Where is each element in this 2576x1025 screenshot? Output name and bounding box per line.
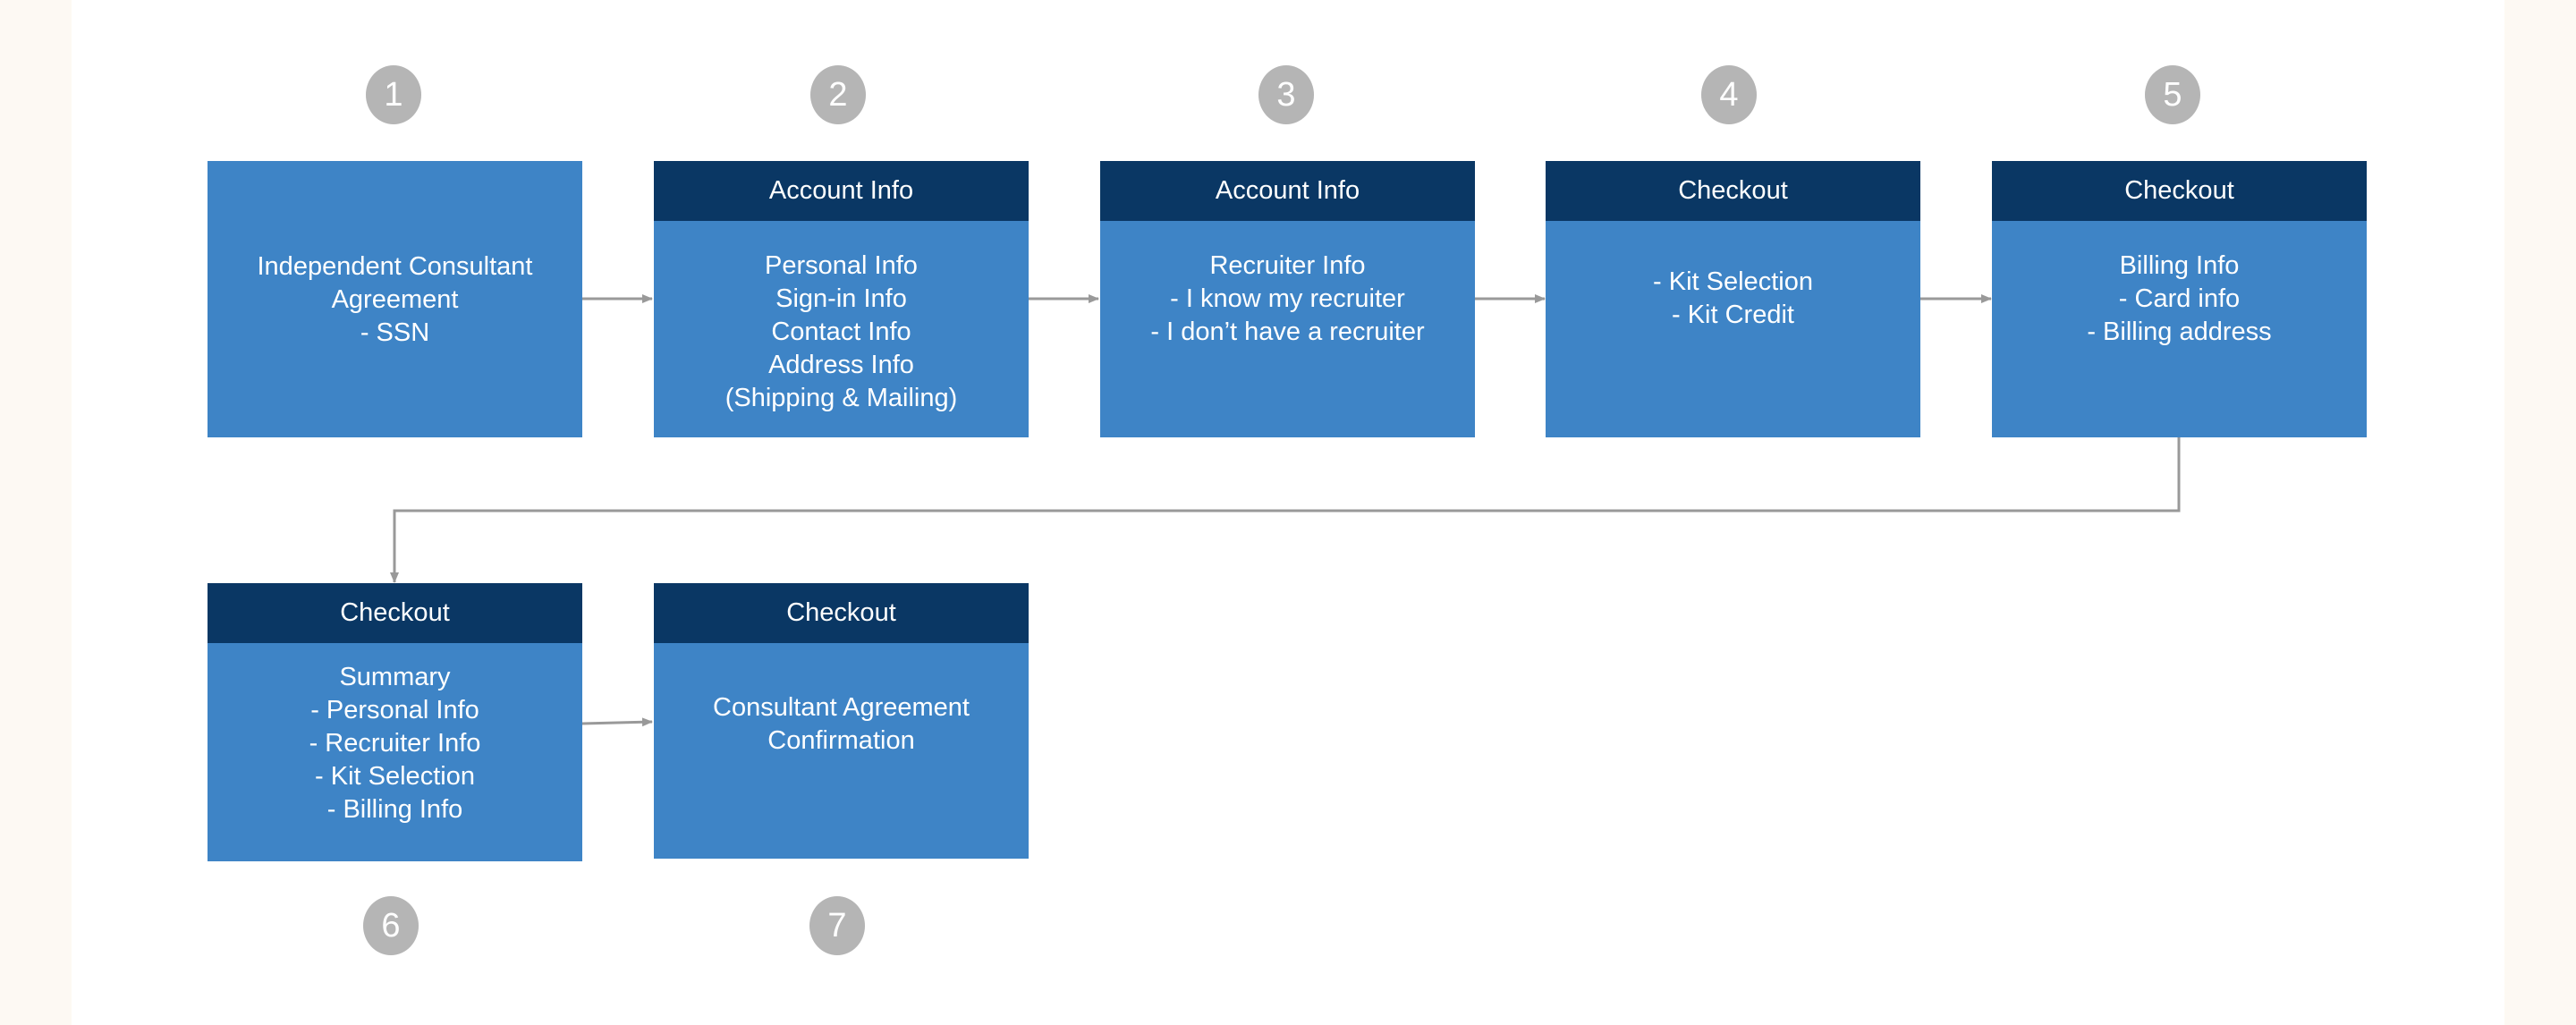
step-badge-3: 3 xyxy=(1258,65,1314,124)
step-box-4: Checkout - Kit Selection - Kit Credit xyxy=(1546,161,1920,437)
step-body: Consultant Agreement Confirmation xyxy=(713,693,970,755)
step-body: Personal Info Sign-in Info Contact Info … xyxy=(724,251,958,412)
step-body: Billing Info - Card info - Billing addre… xyxy=(2087,251,2272,346)
step-header: Checkout xyxy=(654,583,1029,643)
step-header: Checkout xyxy=(208,583,582,643)
step-body: Summary - Personal Info - Recruiter Info… xyxy=(309,663,481,824)
step-badge-7: 7 xyxy=(809,896,865,955)
step-header: Account Info xyxy=(1100,161,1475,221)
step-badge-2: 2 xyxy=(810,65,866,124)
step-header: Checkout xyxy=(1992,161,2367,221)
step-body: Independent Consultant Agreement - SSN xyxy=(257,252,533,347)
step-box-3: Account Info Recruiter Info - I know my … xyxy=(1100,161,1475,437)
step-header: Checkout xyxy=(1546,161,1920,221)
step-box-7: Checkout Consultant Agreement Confirmati… xyxy=(654,583,1029,859)
step-box-1: Independent Consultant Agreement - SSN xyxy=(208,161,582,437)
step-box-6: Checkout Summary - Personal Info - Recru… xyxy=(208,583,582,861)
step-header: Account Info xyxy=(654,161,1029,221)
step-box-2: Account Info Personal Info Sign-in Info … xyxy=(654,161,1029,437)
diagram-canvas xyxy=(72,0,2504,1025)
step-box-5: Checkout Billing Info - Card info - Bill… xyxy=(1992,161,2367,437)
step-body: Recruiter Info - I know my recruiter - I… xyxy=(1150,251,1425,346)
step-badge-4: 4 xyxy=(1701,65,1757,124)
step-badge-5: 5 xyxy=(2145,65,2200,124)
step-badge-1: 1 xyxy=(366,65,421,124)
step-body: - Kit Selection - Kit Credit xyxy=(1653,267,1813,329)
step-badge-6: 6 xyxy=(363,896,419,955)
